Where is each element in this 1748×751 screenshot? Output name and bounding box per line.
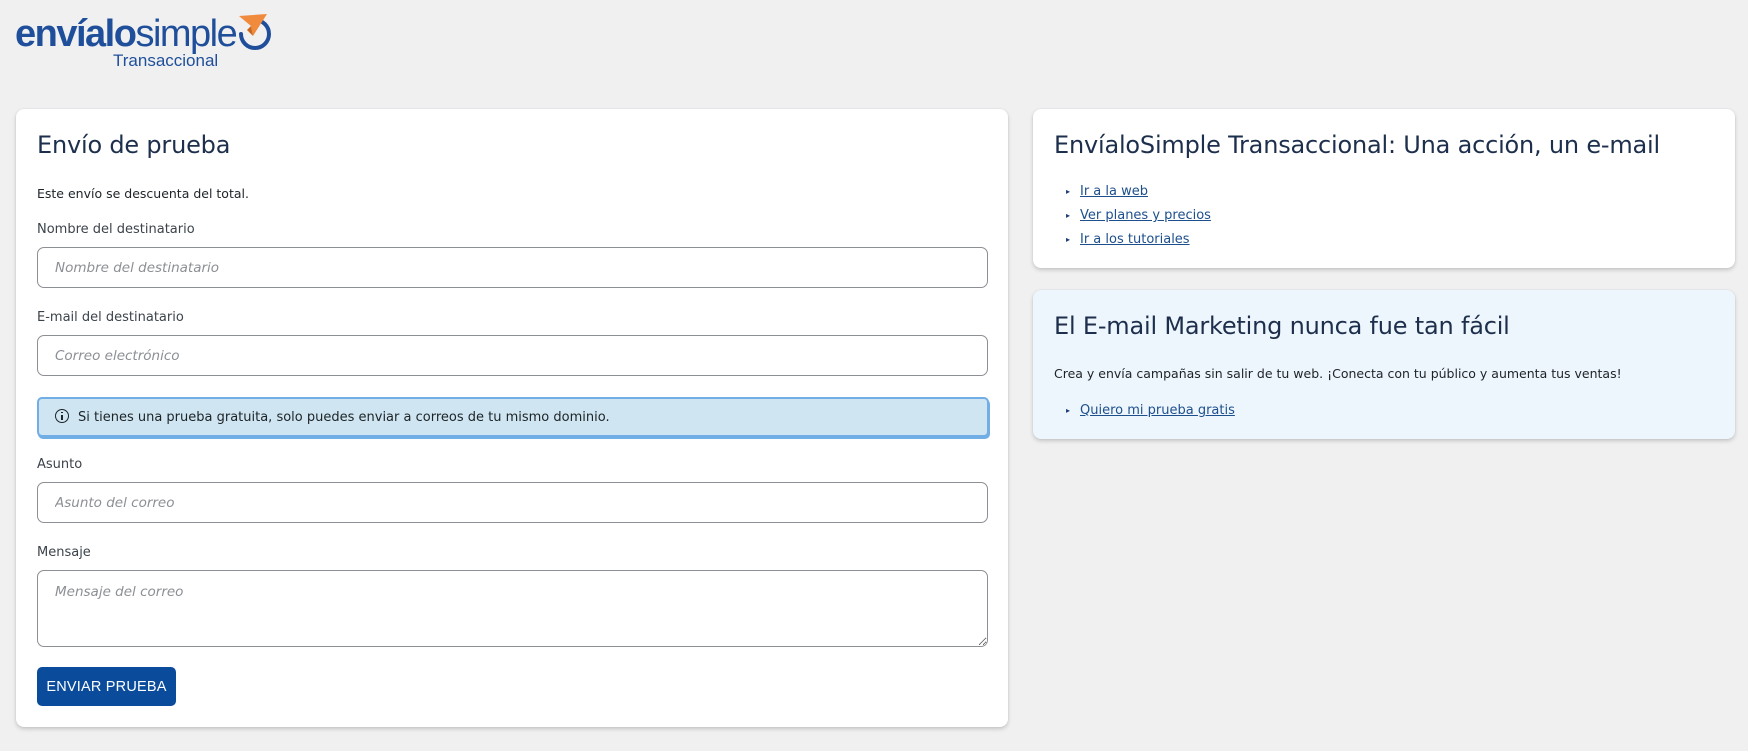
info-icon — [55, 408, 69, 423]
message-label: Mensaje — [37, 545, 91, 560]
list-item: ▸ Quiero mi prueba gratis — [1066, 399, 1235, 423]
subject-label: Asunto — [37, 457, 83, 472]
go-to-web-link[interactable]: Ir a la web — [1080, 184, 1148, 199]
paper-plane-refresh-icon — [239, 14, 271, 50]
recipient-name-label: Nombre del destinatario — [37, 222, 195, 237]
free-trial-link[interactable]: Quiero mi prueba gratis — [1080, 403, 1235, 418]
transactional-info-card: EnvíaloSimple Transaccional: Una acción,… — [1033, 109, 1735, 268]
bullet-icon: ▸ — [1066, 406, 1071, 415]
bullet-icon: ▸ — [1066, 211, 1071, 220]
info-links: ▸ Ir a la web ▸ Ver planes y precios ▸ Ir a… — [1066, 180, 1211, 252]
plans-pricing-link[interactable]: Ver planes y precios — [1080, 208, 1211, 223]
form-intro: Este envío se descuenta del total. — [37, 186, 249, 201]
info-title: EnvíaloSimple Transaccional: Una acción,… — [1054, 131, 1660, 159]
brand-logo: envíalosimple Transaccional — [15, 10, 285, 72]
list-item: ▸ Ir a la web — [1066, 180, 1211, 204]
recipient-email-label: E-mail del destinatario — [37, 310, 184, 325]
logo-text-light: simple — [135, 13, 237, 55]
message-textarea[interactable] — [37, 570, 988, 647]
logo-subtitle: Transaccional — [113, 51, 219, 70]
promo-description: Crea y envía campañas sin salir de tu we… — [1054, 366, 1622, 381]
bullet-icon: ▸ — [1066, 187, 1071, 196]
promo-links: ▸ Quiero mi prueba gratis — [1066, 399, 1235, 423]
email-marketing-promo-card: El E-mail Marketing nunca fue tan fácil … — [1033, 290, 1735, 439]
notice-text: Si tienes una prueba gratuita, solo pued… — [78, 409, 610, 425]
send-test-button[interactable]: ENVIAR PRUEBA — [37, 667, 176, 706]
list-item: ▸ Ir a los tutoriales — [1066, 228, 1211, 252]
list-item: ▸ Ver planes y precios — [1066, 204, 1211, 228]
form-title: Envío de prueba — [37, 131, 231, 159]
recipient-email-input[interactable] — [37, 335, 988, 376]
logo-text-regular: envíalo — [15, 13, 137, 55]
promo-title: El E-mail Marketing nunca fue tan fácil — [1054, 312, 1510, 340]
recipient-name-input[interactable] — [37, 247, 988, 288]
logo-wordmark: envíalosimple — [15, 13, 238, 55]
tutorials-link[interactable]: Ir a los tutoriales — [1080, 232, 1190, 247]
bullet-icon: ▸ — [1066, 235, 1071, 244]
free-trial-notice: Si tienes una prueba gratuita, solo pued… — [37, 397, 989, 437]
test-send-card: Envío de prueba Este envío se descuenta … — [16, 109, 1008, 727]
subject-input[interactable] — [37, 482, 988, 523]
